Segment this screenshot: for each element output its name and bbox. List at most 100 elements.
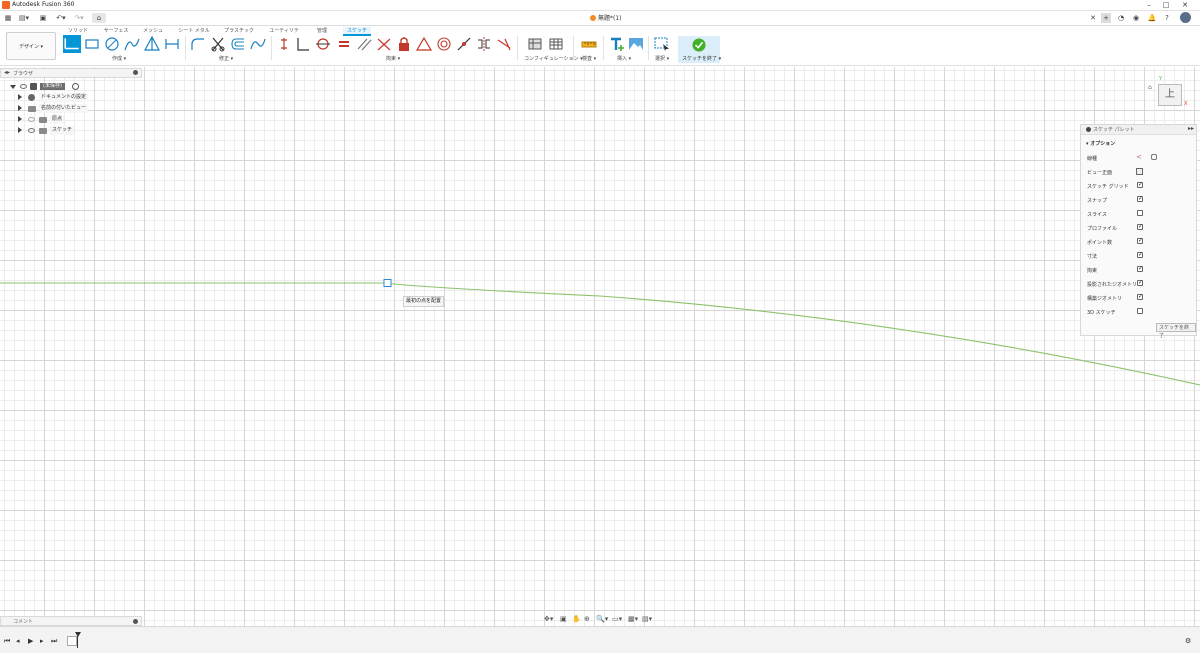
tree-item-sketches[interactable]: スケッチ [18,126,98,135]
dimension-tool-icon[interactable] [276,36,292,52]
close-icon[interactable]: ✕ [1178,0,1192,11]
line-tool-icon[interactable] [63,35,81,53]
help-icon[interactable]: ? [1162,13,1172,23]
polygon-tool-icon[interactable] [143,35,161,52]
display-settings-icon[interactable]: ▭▾ [612,615,622,623]
slice-checkbox[interactable] [1137,210,1143,216]
spline-tool-icon[interactable] [250,36,266,52]
collinear-icon[interactable] [456,36,472,52]
modify-group-label[interactable]: 修正 ▾ [219,55,233,62]
redo-icon[interactable]: ↷▾ [72,13,86,23]
zoom-window-icon[interactable]: ⊕ [584,615,590,623]
insert-group-label[interactable]: 挿入 ▾ [617,55,631,62]
circle-tool-icon[interactable] [104,36,120,52]
look-at-nav-icon[interactable]: ▣ [560,615,567,623]
tab-sheet-metal[interactable]: シート メタル [178,27,210,36]
profile-checkbox[interactable] [1137,223,1143,230]
configure-table-icon[interactable] [527,36,543,52]
go-to-start-icon[interactable]: ⏮ [4,637,10,645]
rectangle-tool-icon[interactable] [84,36,100,52]
collapse-browser-icon[interactable]: ◂▸ [4,69,10,76]
tree-item-named-views[interactable]: 名前の付いたビュー [18,104,98,113]
timeline-settings-gear-icon[interactable]: ⚙ [1185,637,1191,645]
points-checkbox[interactable] [1137,237,1143,244]
avatar[interactable] [1180,12,1191,23]
lock-icon[interactable] [396,36,412,52]
tab-utility[interactable]: ユーティリティ [268,27,300,43]
visibility-eye-icon[interactable] [28,128,35,133]
tree-root[interactable]: (未保存) [10,82,90,91]
grid-settings-icon[interactable]: ▦▾ [628,615,638,623]
notifications-icon[interactable]: 🔔 [1147,13,1157,23]
minimize-icon[interactable]: – [1142,0,1156,11]
symmetry-icon[interactable] [476,36,492,52]
tree-item-document-settings[interactable]: ドキュメントの設定 [18,93,98,102]
job-status-icon[interactable]: ◉ [1131,13,1141,23]
curvature-icon[interactable] [496,36,512,52]
save-icon[interactable]: ▣ [38,13,48,23]
tangent-icon[interactable] [315,36,331,52]
palette-finish-sketch-button[interactable]: スケッチを終了 [1156,323,1196,339]
insert-text-icon[interactable] [609,36,625,52]
midpoint-icon[interactable] [415,36,433,52]
new-tab-icon[interactable]: + [1101,13,1111,23]
maximize-icon[interactable]: □ [1159,0,1173,11]
concentric-icon[interactable] [436,36,452,52]
dimensions-checkbox[interactable] [1137,251,1143,258]
step-back-icon[interactable]: ◂ [16,637,20,645]
file-menu-icon[interactable]: ▤▾ [17,13,31,23]
go-to-end-icon[interactable]: ⏭ [51,637,57,645]
perpendicular-icon[interactable] [376,36,392,52]
expand-icon[interactable] [18,127,22,133]
workspace-switcher-button[interactable]: デザイン ▾ [6,32,56,60]
orbit-icon[interactable]: ✥▾ [544,615,553,623]
3d-sketch-checkbox[interactable] [1137,308,1143,314]
tab-sketch[interactable]: スケッチ [343,27,371,36]
close-tab-icon[interactable]: ✕ [1088,13,1098,23]
construction-geometry-checkbox[interactable] [1137,293,1143,300]
insert-image-icon[interactable] [628,36,644,52]
play-icon[interactable]: ▶ [28,637,33,645]
viewports-icon[interactable]: ▤▾ [642,615,652,623]
design-canvas[interactable] [0,67,1200,626]
finish-sketch-button[interactable]: スケッチを終了 ▾ [678,36,721,63]
select-icon[interactable] [654,36,670,52]
comments-panel[interactable]: コメント [0,616,142,626]
options-section-header[interactable]: ▾ オプション [1086,140,1115,147]
expand-icon[interactable] [18,105,22,111]
visibility-eye-icon[interactable] [28,117,35,122]
expand-icon[interactable] [10,85,16,89]
tab-surface[interactable]: サーフェス [103,27,129,36]
timeline-marker-icon[interactable] [75,632,81,637]
tree-item-origin[interactable]: 原点 [18,115,98,124]
apps-grid-icon[interactable]: ▦ [3,13,13,23]
step-forward-icon[interactable]: ▸ [40,637,44,645]
document-tab[interactable]: 無題*(1) [590,13,622,24]
zoom-icon[interactable]: 🔍▾ [596,615,608,623]
activate-radio-icon[interactable] [72,83,79,90]
select-group-label[interactable]: 選択 ▾ [655,55,669,62]
coincident-icon[interactable] [295,36,311,52]
visibility-eye-icon[interactable] [20,84,27,89]
tab-plastic[interactable]: プラスチック [224,27,254,36]
constraints-checkbox[interactable] [1137,265,1143,272]
expand-palette-icon[interactable]: ▸▸ [1188,125,1194,132]
home-icon[interactable]: ⌂ [92,13,106,23]
browser-pin-icon[interactable] [133,70,138,75]
timeline-sketch-item[interactable] [67,636,77,646]
trim-tool-icon[interactable] [210,36,226,52]
measure-icon[interactable] [581,36,597,52]
fillet-tool-icon[interactable] [190,36,206,52]
equal-icon[interactable] [336,36,352,52]
parallel-icon[interactable] [356,36,372,52]
add-comment-icon[interactable] [133,619,138,624]
construction-line-icon[interactable]: < [1136,153,1142,161]
pan-icon[interactable]: ✋ [572,615,581,623]
centerline-icon[interactable] [1151,154,1157,160]
projected-geometry-checkbox[interactable] [1137,279,1143,286]
arc-tool-icon[interactable] [124,36,140,52]
tab-manage[interactable]: 管理 [314,27,330,36]
tab-mesh[interactable]: メッシュ [143,27,163,36]
extensions-icon[interactable]: ◔ [1116,13,1126,23]
slot-tool-icon[interactable] [164,36,180,52]
